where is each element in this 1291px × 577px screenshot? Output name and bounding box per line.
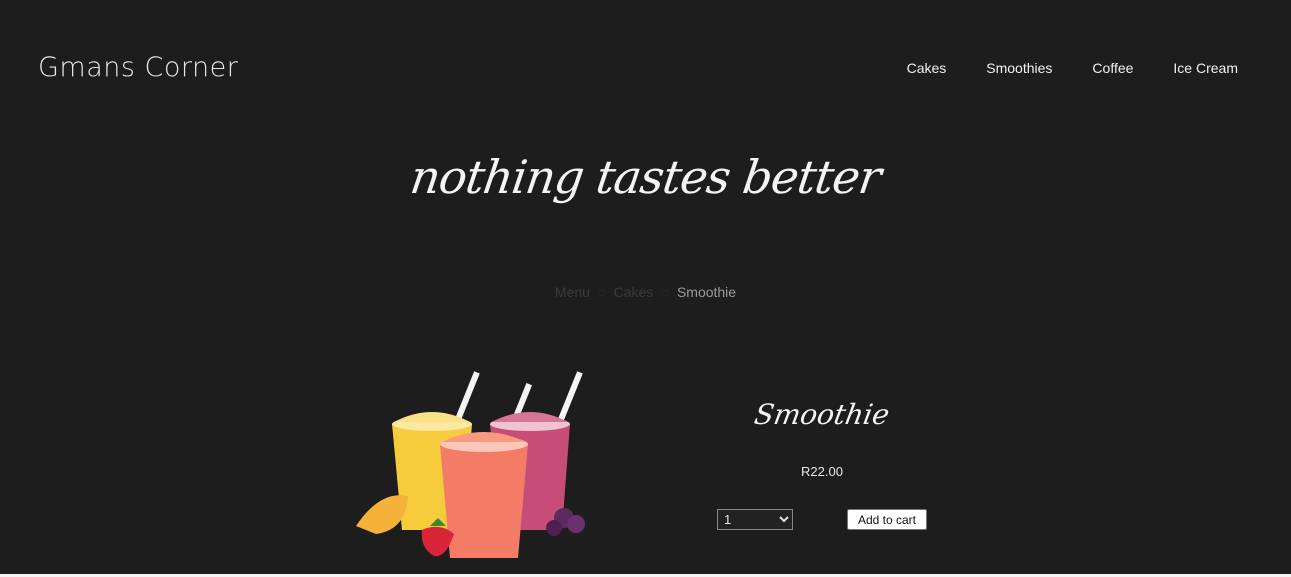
heart-outline-icon: ♡ bbox=[596, 288, 607, 300]
breadcrumb-current: Smoothie bbox=[676, 284, 737, 300]
product-title: Smoothie bbox=[751, 398, 893, 431]
nav-link-coffee[interactable]: Coffee bbox=[1092, 60, 1133, 76]
breadcrumb-item-cakes[interactable]: Cakes bbox=[614, 284, 654, 300]
nav-link-ice-cream[interactable]: Ice Cream bbox=[1173, 60, 1238, 76]
page: Gmans Corner Cakes Smoothies Coffee Ice … bbox=[0, 0, 1291, 574]
blackberry bbox=[567, 515, 585, 533]
nav-link-smoothies[interactable]: Smoothies bbox=[986, 60, 1052, 76]
main-nav: Cakes Smoothies Coffee Ice Cream bbox=[907, 60, 1238, 76]
site-logo[interactable]: Gmans Corner bbox=[38, 52, 238, 83]
strawberry bbox=[421, 526, 454, 557]
breadcrumb-item-menu[interactable]: Menu bbox=[555, 284, 590, 300]
hero-tagline: nothing tastes better bbox=[407, 150, 884, 204]
heart-outline-icon: ♡ bbox=[660, 288, 671, 300]
peach-slice bbox=[356, 495, 408, 534]
nav-link-cakes[interactable]: Cakes bbox=[907, 60, 947, 76]
breadcrumb: Menu ♡ Cakes ♡ Smoothie bbox=[0, 284, 1291, 300]
product-price: R22.00 bbox=[801, 464, 843, 479]
quantity-select[interactable]: 1 bbox=[717, 509, 793, 530]
pink-cup-top bbox=[492, 412, 568, 422]
blackberry bbox=[546, 520, 562, 536]
smoothie-cups-image bbox=[356, 371, 585, 558]
add-to-cart-button[interactable]: Add to cart bbox=[847, 509, 927, 530]
peach-cup bbox=[440, 444, 528, 558]
